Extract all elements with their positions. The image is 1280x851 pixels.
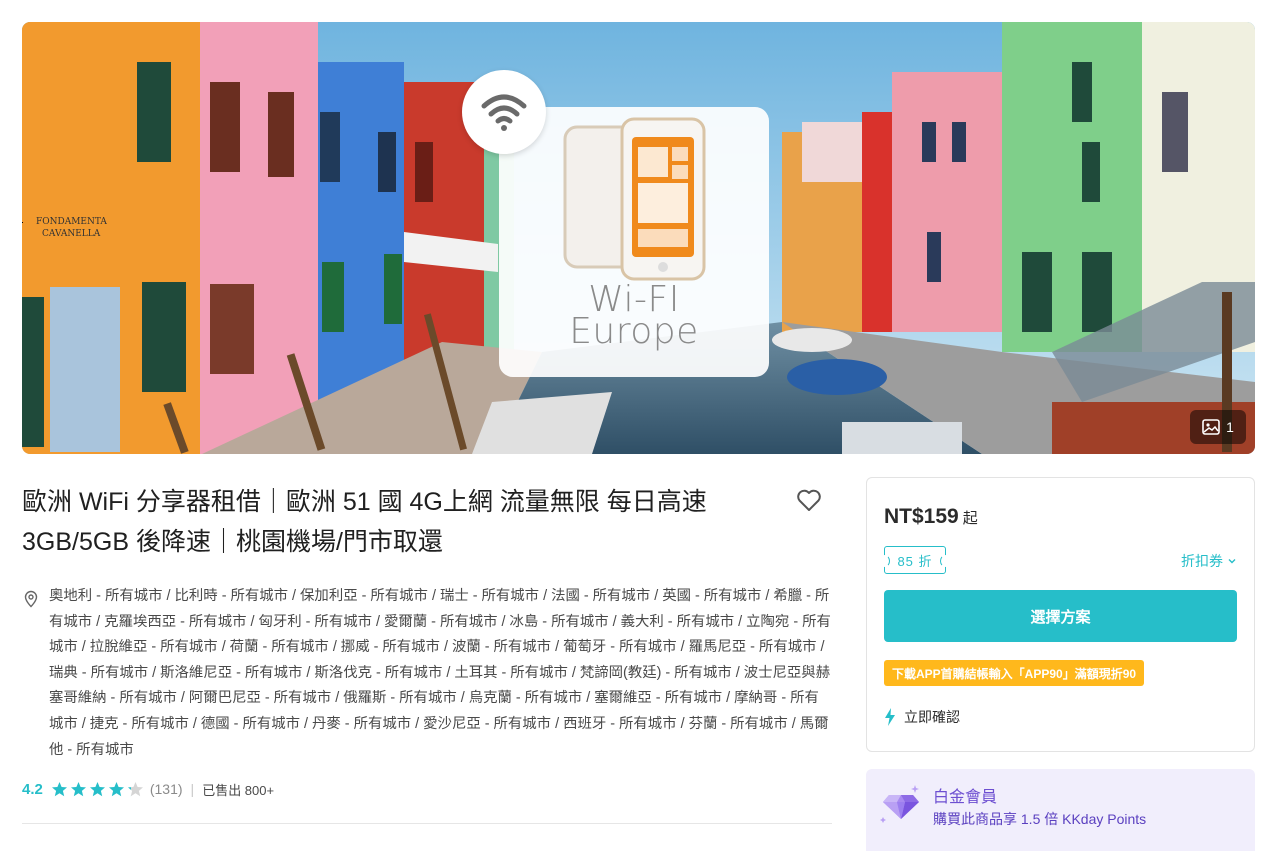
price: NT$159 起: [884, 505, 978, 529]
destination-locations: 奧地利 - 所有城市 / 比利時 - 所有城市 / 保加利亞 - 所有城市 / …: [49, 588, 831, 758]
rating-stars: [51, 781, 144, 798]
pocket-wifi-device-image: [562, 117, 712, 287]
lightning-icon: [885, 708, 895, 726]
booking-panel: NT$159 起 85 折 折扣券 選擇方案 下載APP首購結帳輸入「APP90」…: [866, 477, 1255, 752]
instant-confirmation-label: 立即確認: [904, 709, 960, 725]
wifi-icon: [462, 70, 546, 154]
hero-image[interactable]: FONDAMENTA CAVANELLA Wi-FI Europe 1: [22, 22, 1255, 454]
coupon-dropdown[interactable]: 折扣券: [1181, 551, 1237, 571]
rating-row: 4.2 (131) | 已售出 800+: [22, 778, 274, 800]
chevron-down-icon: [1228, 559, 1236, 564]
star-icon: [127, 781, 143, 796]
discount-badge: 85 折: [880, 546, 950, 574]
member-points-description: 購買此商品享 1.5 倍 KKday Points: [933, 811, 1147, 827]
favorite-heart-icon[interactable]: [795, 486, 823, 514]
separator: |: [190, 781, 195, 797]
star-icon: [70, 781, 86, 796]
instant-confirmation: 立即確認: [884, 707, 960, 727]
wifi-card-title-line2: Europe: [569, 311, 699, 352]
location-pin-icon: [22, 590, 40, 608]
coupon-label: 折扣券: [1181, 553, 1223, 569]
star-icon: [51, 781, 67, 796]
street-sign-line1: FONDAMENTA: [36, 217, 107, 227]
diamond-icon: [880, 785, 919, 823]
street-sign-line2: CAVANELLA: [42, 229, 101, 239]
app-promo-banner: 下載APP首購結帳輸入「APP90」滿額現折90: [884, 660, 1145, 686]
image-gallery-icon: [1202, 419, 1220, 435]
wifi-card-title: Wi-FI Europe: [499, 282, 769, 352]
review-count-link[interactable]: (131): [150, 781, 183, 797]
price-suffix: 起: [962, 510, 978, 527]
star-icon: [89, 781, 105, 796]
image-count: 1: [1226, 419, 1234, 435]
sold-count: 已售出 800+: [202, 782, 275, 798]
discount-label: 85 折: [897, 553, 933, 569]
image-gallery-button[interactable]: 1: [1190, 410, 1246, 444]
divider: [22, 823, 832, 824]
star-icon: [108, 781, 124, 796]
rating-score: 4.2: [22, 780, 43, 798]
price-value: NT$159: [884, 505, 959, 528]
select-plan-button[interactable]: 選擇方案: [884, 590, 1237, 642]
member-benefit-card[interactable]: 白金會員 購買此商品享 1.5 倍 KKday Points: [866, 769, 1255, 851]
product-title: 歐洲 WiFi 分享器租借｜歐洲 51 國 4G上網 流量無限 每日高速 3GB…: [22, 488, 707, 556]
member-tier: 白金會員: [933, 789, 998, 806]
